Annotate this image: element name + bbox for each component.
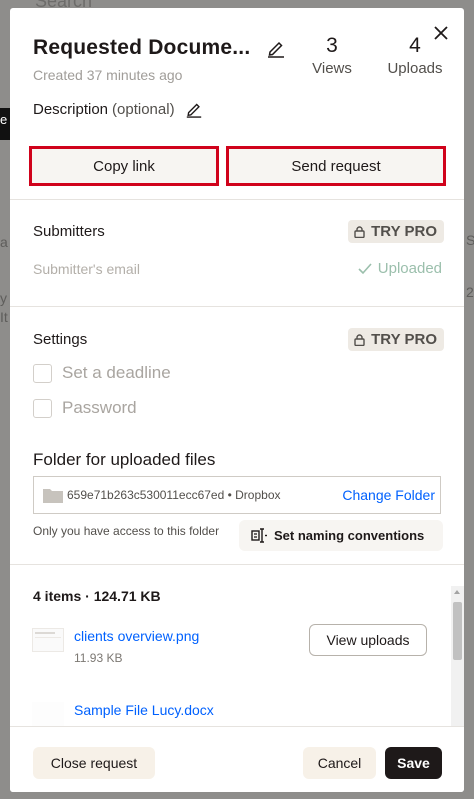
- deadline-label: Set a deadline: [62, 363, 171, 382]
- background-fragment: 2: [466, 284, 474, 300]
- title-row: Requested Docume...: [33, 36, 286, 60]
- edit-title-pencil-icon[interactable]: [266, 38, 286, 58]
- lock-icon: [354, 333, 365, 346]
- divider: [10, 199, 464, 200]
- file-size: 11.93 KB: [74, 651, 123, 665]
- background-fragment: S: [466, 232, 474, 248]
- views-count: 3: [326, 34, 338, 57]
- cancel-button[interactable]: Cancel: [303, 747, 376, 779]
- submitters-heading: Submitters: [33, 223, 105, 240]
- views-label: Views: [312, 60, 352, 77]
- folder-path: 659e71b263c530011ecc67ed • Dropbox: [67, 488, 281, 502]
- naming-conventions-button[interactable]: Set naming conventions: [239, 520, 443, 551]
- file-request-modal: Requested Docume... Created 37 minutes a…: [10, 8, 464, 792]
- view-uploads-button[interactable]: View uploads: [309, 624, 427, 656]
- divider: [10, 564, 464, 565]
- check-icon: [358, 262, 372, 274]
- modal-footer: Close request Cancel Save: [10, 726, 464, 792]
- close-request-button[interactable]: Close request: [33, 747, 155, 779]
- uploads-count: 4: [409, 34, 421, 57]
- folder-icon: [43, 489, 63, 503]
- try-pro-label: TRY PRO: [371, 223, 437, 240]
- folder-access-note: Only you have access to this folder: [33, 524, 220, 538]
- file-name-link[interactable]: clients overview.png: [74, 628, 199, 644]
- try-pro-label: TRY PRO: [371, 331, 437, 348]
- change-folder-link[interactable]: Change Folder: [342, 487, 435, 503]
- naming-conventions-icon: [251, 528, 267, 543]
- uploaded-status: Uploaded: [358, 260, 442, 277]
- description-optional: (optional): [112, 100, 175, 118]
- try-pro-badge[interactable]: TRY PRO: [348, 328, 444, 351]
- uploaded-label: Uploaded: [377, 260, 442, 277]
- file-thumbnail: [32, 628, 64, 652]
- background-fragment: y: [0, 290, 7, 306]
- settings-heading: Settings: [33, 331, 88, 348]
- deadline-checkbox[interactable]: [33, 363, 52, 383]
- send-request-button[interactable]: Send request: [226, 146, 446, 186]
- scrollbar-thumb[interactable]: [453, 602, 462, 660]
- views-stat: 3 Views: [308, 34, 356, 77]
- save-button[interactable]: Save: [385, 747, 442, 779]
- description-row[interactable]: Description (optional): [33, 100, 203, 118]
- deadline-option[interactable]: Set a deadline: [33, 363, 171, 383]
- description-label: Description: [33, 100, 109, 118]
- uploads-stat: 4 Uploads: [384, 34, 446, 77]
- password-checkbox[interactable]: [33, 398, 52, 418]
- try-pro-badge[interactable]: TRY PRO: [348, 220, 444, 243]
- items-summary: 4 items · 124.71 KB: [33, 588, 161, 604]
- folder-heading: Folder for uploaded files: [33, 450, 216, 469]
- submitter-email-input[interactable]: Submitter's email: [33, 261, 140, 277]
- folder-path-field: 659e71b263c530011ecc67ed • Dropbox Chang…: [33, 476, 441, 514]
- divider: [10, 306, 464, 307]
- background-fragment: a: [0, 234, 8, 250]
- file-name-link[interactable]: Sample File Lucy.docx: [74, 702, 214, 718]
- edit-description-pencil-icon[interactable]: [185, 100, 203, 118]
- background-fragment: e: [0, 112, 8, 127]
- page-title: Requested Docume...: [33, 36, 251, 59]
- scroll-up-arrow-icon[interactable]: [454, 590, 460, 594]
- naming-conventions-label: Set naming conventions: [274, 528, 425, 543]
- created-timestamp: Created 37 minutes ago: [33, 67, 183, 83]
- password-label: Password: [62, 398, 137, 417]
- copy-link-button[interactable]: Copy link: [29, 146, 219, 186]
- lock-icon: [354, 225, 365, 238]
- file-thumbnail: [32, 702, 64, 726]
- password-option[interactable]: Password: [33, 398, 137, 418]
- background-fragment: It: [0, 309, 8, 325]
- uploads-label: Uploads: [387, 60, 443, 77]
